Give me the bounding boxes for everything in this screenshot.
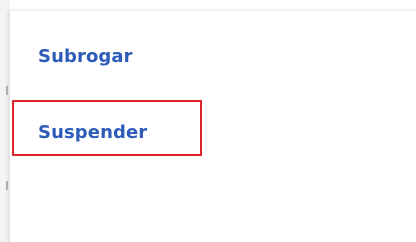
dropdown-menu: Subrogar Suspender bbox=[10, 10, 416, 242]
menu-item-suspender[interactable]: Suspender bbox=[38, 122, 147, 143]
background-edge-mark bbox=[6, 181, 8, 190]
background-page-edge bbox=[0, 0, 10, 242]
menu-item-subrogar[interactable]: Subrogar bbox=[38, 46, 133, 67]
background-edge-mark bbox=[6, 86, 8, 95]
page: Subrogar Suspender bbox=[0, 0, 416, 242]
